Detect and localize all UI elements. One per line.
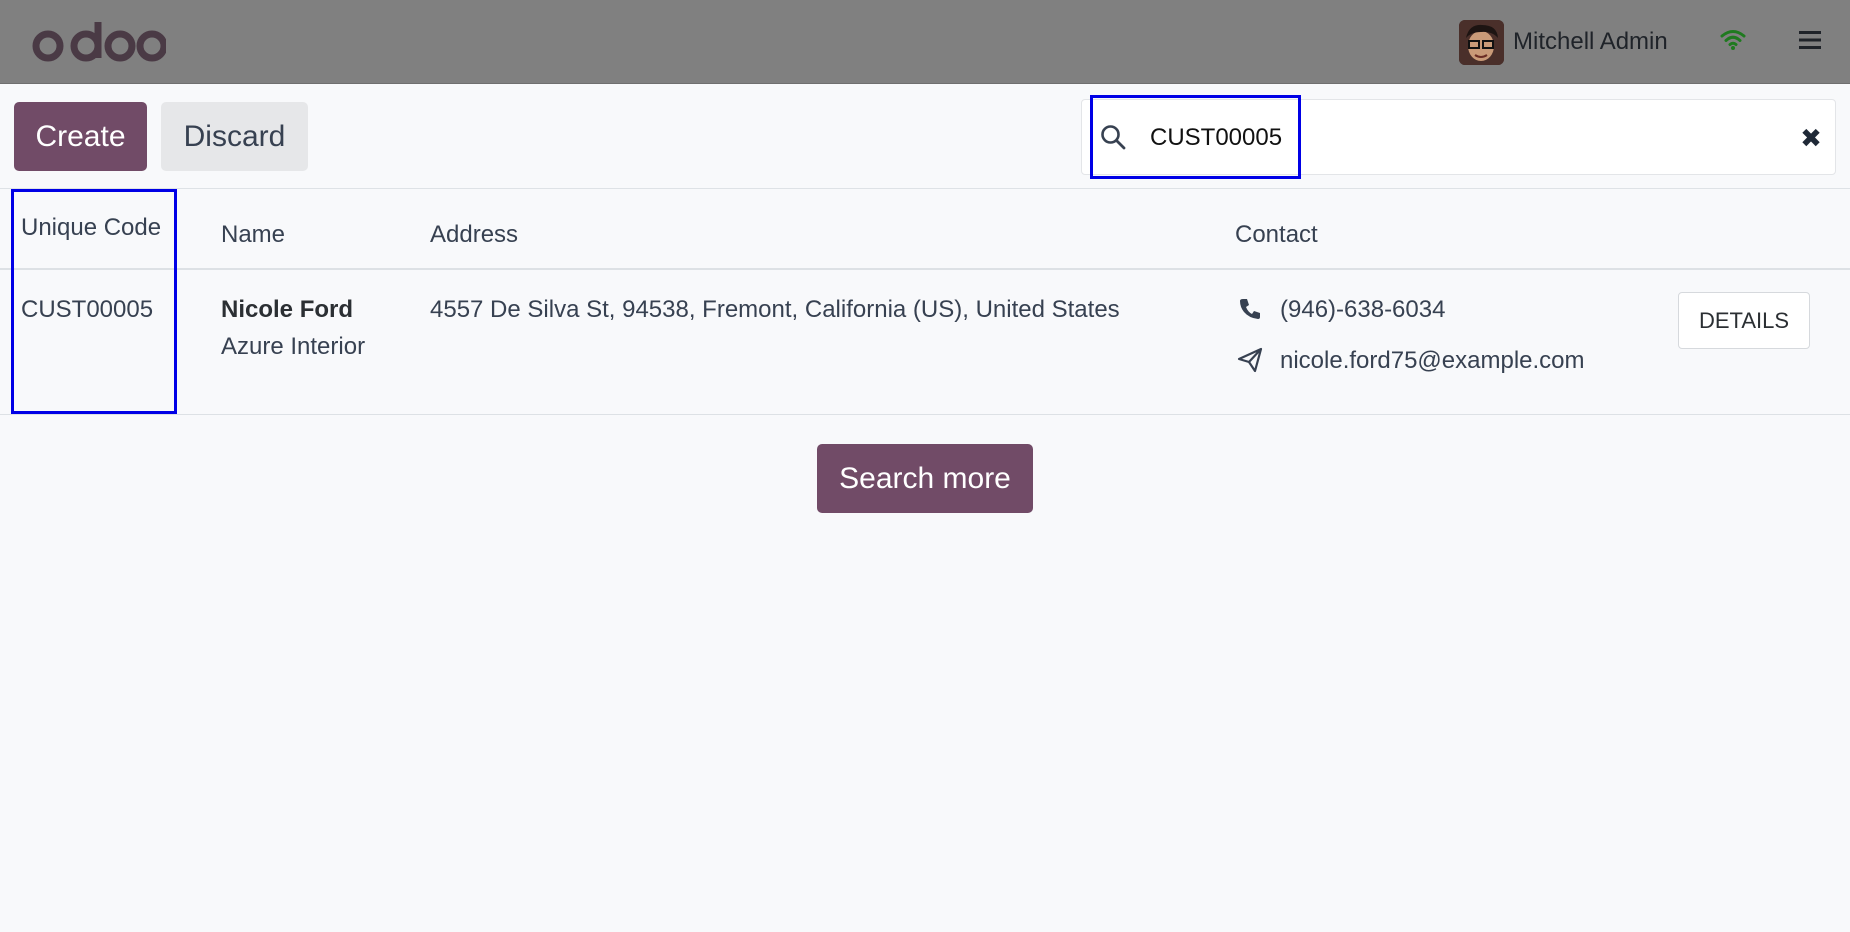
row-unique-code: CUST00005 [21,296,154,323]
column-header-address[interactable]: Address [430,221,518,249]
user-avatar [1459,19,1504,65]
row-company-name: Azure Interior [221,333,366,360]
row-email[interactable]: nicole.ford75@example.com [1280,347,1585,375]
row-customer-name: Nicole Ford [221,296,354,323]
column-header-name[interactable]: Name [221,221,285,249]
create-button[interactable]: Create [14,102,147,171]
wifi-icon [1720,30,1746,50]
user-name: Mitchell Admin [1513,28,1668,55]
discard-button[interactable]: Discard [161,102,308,171]
top-navbar: Mitchell Admin [0,0,1850,84]
row-address: 4557 De Silva St, 94538, Fremont, Califo… [430,296,1120,323]
search-icon [1101,125,1126,150]
table-header: Unique Code Name Address Contact [0,190,1850,270]
column-header-unique-code[interactable]: Unique Code [21,214,161,242]
column-header-contact[interactable]: Contact [1235,221,1318,249]
search-more-button[interactable]: Search more [817,444,1033,513]
odoo-logo[interactable] [32,20,166,64]
clear-search-icon[interactable]: ✖ [1797,124,1825,152]
details-button[interactable]: DETAILS [1678,292,1810,349]
control-panel: Create Discard ✖ [0,85,1850,189]
row-phone[interactable]: (946)-638-6034 [1280,296,1445,324]
search-box: ✖ [1081,99,1836,175]
search-input[interactable] [1150,118,1750,158]
phone-icon [1240,299,1260,319]
table-row[interactable]: CUST00005 Nicole Ford Azure Interior 455… [0,271,1850,415]
user-menu[interactable]: Mitchell Admin [1459,19,1668,65]
menu-icon[interactable] [1799,30,1821,50]
paper-plane-icon [1237,347,1263,373]
